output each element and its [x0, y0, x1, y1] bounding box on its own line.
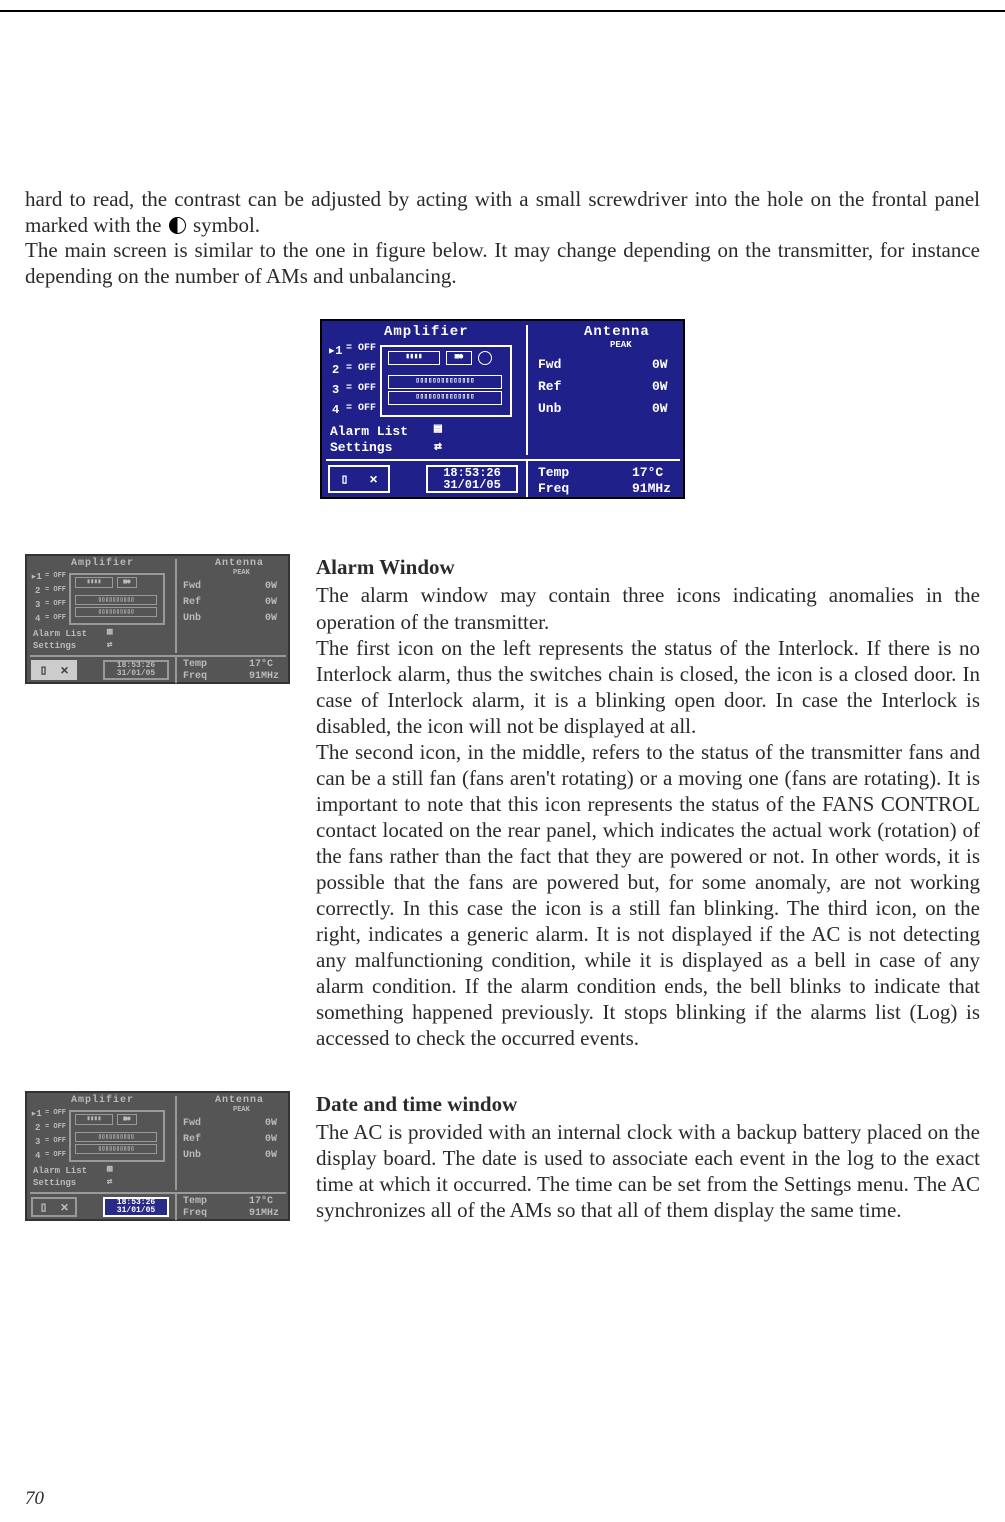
lcd-row-3: 3	[332, 383, 339, 397]
intro-p2: The main screen is similar to the one in…	[25, 238, 980, 288]
alarm-heading: Alarm Window	[316, 554, 980, 580]
lcd-settings-icon: ⇄	[434, 439, 442, 454]
lcd-antenna-label: Antenna	[584, 324, 650, 340]
lcd-settings: Settings	[330, 440, 392, 455]
lcd-row-4: 4	[332, 403, 339, 417]
lcd-screen-alarm-thumb: Amplifier Antenna PEAK ▸1 = OFF 2 = OFF …	[25, 554, 290, 684]
lcd-datetime-highlight: 18:53:26 31/01/05	[103, 1197, 169, 1217]
lcd-list-icon: ▤	[434, 421, 442, 436]
lcd-ref-label: Ref	[538, 379, 561, 394]
lcd-off-4: = OFF	[346, 403, 376, 414]
manual-page: hard to read, the contrast can be adjust…	[0, 10, 1005, 1522]
lcd-alarm-icons-highlight: ▯ ✕	[31, 660, 77, 680]
lcd-row-2: 2	[332, 363, 339, 377]
intro-text: hard to read, the contrast can be adjust…	[25, 187, 980, 289]
lcd-off-1: = OFF	[346, 343, 376, 354]
fan-icon: ✕	[370, 472, 378, 487]
lcd-divider-horiz	[326, 459, 680, 461]
datetime-text: Date and time window The AC is provided …	[316, 1091, 980, 1223]
door-icon: ▯	[341, 472, 349, 487]
lcd-divider-vert	[526, 325, 528, 455]
lcd-freq-val: 91MHz	[632, 481, 671, 496]
lcd-datetime: 18:53:26 31/01/05	[426, 465, 518, 493]
lcd-amplifier-label: Amplifier	[384, 324, 469, 340]
lcd-off-3: = OFF	[346, 383, 376, 394]
alarm-body: The alarm window may contain three icons…	[316, 582, 980, 1051]
page-number: 70	[25, 1488, 44, 1510]
contrast-icon	[169, 217, 186, 234]
lcd-temp-val: 17°C	[632, 465, 663, 480]
lcd-fwd-val: 0W	[652, 357, 668, 372]
lcd-amp-graphic: ▮▮▮▮ ▣◉ ▯▯▯▯▯▯▯▯▯▯▯▯▯▯ ▯▯▯▯▯▯▯▯▯▯▯▯▯▯	[380, 345, 512, 417]
lcd-alarm-icons: ▯ ✕	[328, 465, 390, 493]
lcd-date: 31/01/05	[443, 479, 501, 491]
lcd-off-2: = OFF	[346, 363, 376, 374]
datetime-body: The AC is provided with an internal cloc…	[316, 1119, 980, 1223]
lcd-fwd-label: Fwd	[538, 357, 561, 372]
alarm-text: Alarm Window The alarm window may contai…	[316, 554, 980, 1051]
datetime-heading: Date and time window	[316, 1091, 980, 1117]
lcd-alarm-list: Alarm List	[330, 424, 408, 439]
lcd-row-1: ▸1	[328, 343, 342, 358]
main-figure-wrap: Amplifier Antenna PEAK ▸1 = OFF 2 = OFF …	[25, 319, 980, 499]
intro-p1b: symbol.	[193, 213, 260, 237]
lcd-ref-val: 0W	[652, 379, 668, 394]
lcd-antenna-sub: PEAK	[610, 340, 632, 350]
intro-p1a: hard to read, the contrast can be adjust…	[25, 187, 980, 237]
lcd-temp-label: Temp	[538, 465, 569, 480]
section-alarm: Amplifier Antenna PEAK ▸1 = OFF 2 = OFF …	[25, 554, 980, 1051]
lcd-screen-datetime-thumb: Amplifier Antenna PEAK ▸1 = OFF 2 = OFF …	[25, 1091, 290, 1221]
lcd-unb-label: Unb	[538, 401, 561, 416]
lcd-screen-main: Amplifier Antenna PEAK ▸1 = OFF 2 = OFF …	[320, 319, 685, 499]
section-datetime: Amplifier Antenna PEAK ▸1 = OFF 2 = OFF …	[25, 1091, 980, 1223]
lcd-freq-label: Freq	[538, 481, 569, 496]
lcd-unb-val: 0W	[652, 401, 668, 416]
